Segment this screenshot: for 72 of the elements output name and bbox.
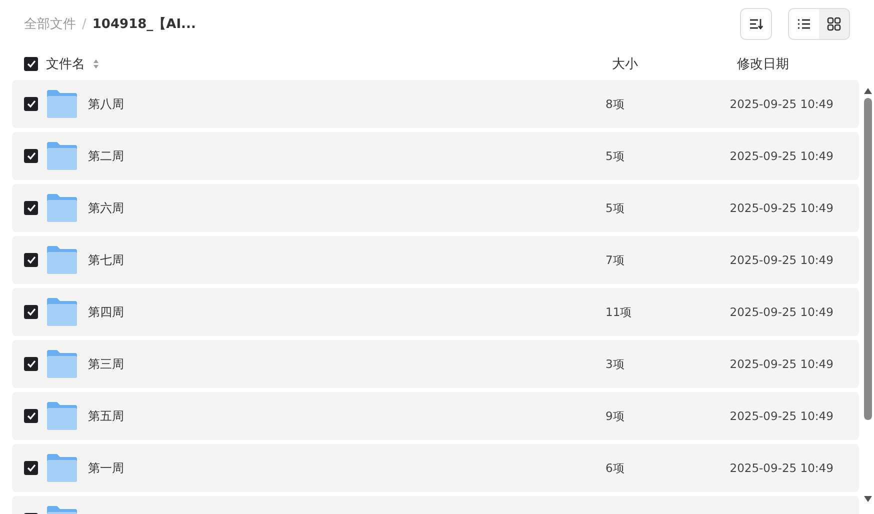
row-checkbox[interactable] [24,253,38,267]
folder-row[interactable]: 第四周 11项 2025-09-25 10:49 [12,288,859,336]
check-icon [26,308,36,316]
scrollbar-thumb[interactable] [864,98,872,420]
folder-icon [47,90,77,118]
modified-date: 2025-09-25 10:49 [730,201,834,215]
folder-row[interactable]: 第三周 3项 2025-09-25 10:49 [12,340,859,388]
folder-name: 第六周 [88,200,124,216]
folder-icon [47,402,77,430]
check-icon [26,360,36,368]
folder-row[interactable]: 第五周 9项 2025-09-25 10:49 [12,392,859,440]
item-count: 3项 [606,356,626,372]
modified-date: 2025-09-25 10:49 [730,253,834,267]
folder-row[interactable]: 第六周 5项 2025-09-25 10:49 [12,184,859,232]
modified-date: 2025-09-25 10:49 [730,357,834,371]
modified-date: 2025-09-25 10:49 [730,149,834,163]
breadcrumb-separator: / [82,16,86,32]
sort-button[interactable] [740,8,772,40]
row-checkbox[interactable] [24,201,38,215]
folder-row[interactable]: 第一周 6项 2025-09-25 10:49 [12,444,859,492]
check-icon [26,60,36,68]
list-view-button[interactable] [789,9,819,39]
scroll-down-icon[interactable] [864,496,872,502]
check-icon [26,464,36,472]
modified-date: 2025-09-25 10:49 [730,305,834,319]
folder-icon [47,246,77,274]
folder-icon [47,454,77,482]
folder-row[interactable]: 第二周 5项 2025-09-25 10:49 [12,132,859,180]
list-icon [797,18,811,30]
sort-icon [749,18,763,30]
item-count: 5项 [606,200,626,216]
folder-name: 第一周 [88,460,124,476]
item-count: 6项 [606,460,626,476]
check-icon [26,412,36,420]
column-header[interactable]: 文件名 [46,55,85,73]
check-icon [26,256,36,264]
check-icon [26,204,36,212]
folder-name: 第二周 [88,148,124,164]
folder-row[interactable]: 第八周 8项 2025-09-25 10:49 [12,80,859,128]
folder-icon [47,194,77,222]
item-count: 9项 [606,408,626,424]
item-count: 8项 [606,96,626,112]
folder-row[interactable]: 第七周 7项 2025-09-25 10:49 [12,236,859,284]
modified-date: 2025-09-25 10:49 [730,97,834,111]
folder-name: 第四周 [88,304,124,320]
check-icon [26,152,36,160]
check-icon [26,100,36,108]
grid-icon [827,17,841,31]
modified-date: 2025-09-25 10:49 [730,461,834,475]
row-checkbox[interactable] [24,461,38,475]
folder-name: 第七周 [88,252,124,268]
row-checkbox[interactable] [24,149,38,163]
modified-date: 2025-09-25 10:49 [730,409,834,423]
folder-name: 第五周 [88,408,124,424]
breadcrumb-item: 104918_【AI... [92,16,196,33]
column-header[interactable]: 大小 [612,55,737,73]
sort-arrows-icon[interactable] [93,59,99,69]
row-checkbox[interactable] [24,305,38,319]
row-checkbox[interactable] [24,357,38,371]
folder-icon [47,298,77,326]
folder-icon [47,350,77,378]
folder-name: 第八周 [88,96,124,112]
row-checkbox[interactable] [24,409,38,423]
item-count: 5项 [606,148,626,164]
scroll-up-icon[interactable] [864,88,872,94]
item-count: 11项 [606,304,634,320]
select-all-checkbox[interactable] [24,57,38,71]
column-header[interactable]: 修改日期 [737,55,867,73]
row-checkbox[interactable] [24,97,38,111]
item-count: 7项 [606,252,626,268]
folder-icon [47,142,77,170]
folder-name: 第三周 [88,356,124,372]
